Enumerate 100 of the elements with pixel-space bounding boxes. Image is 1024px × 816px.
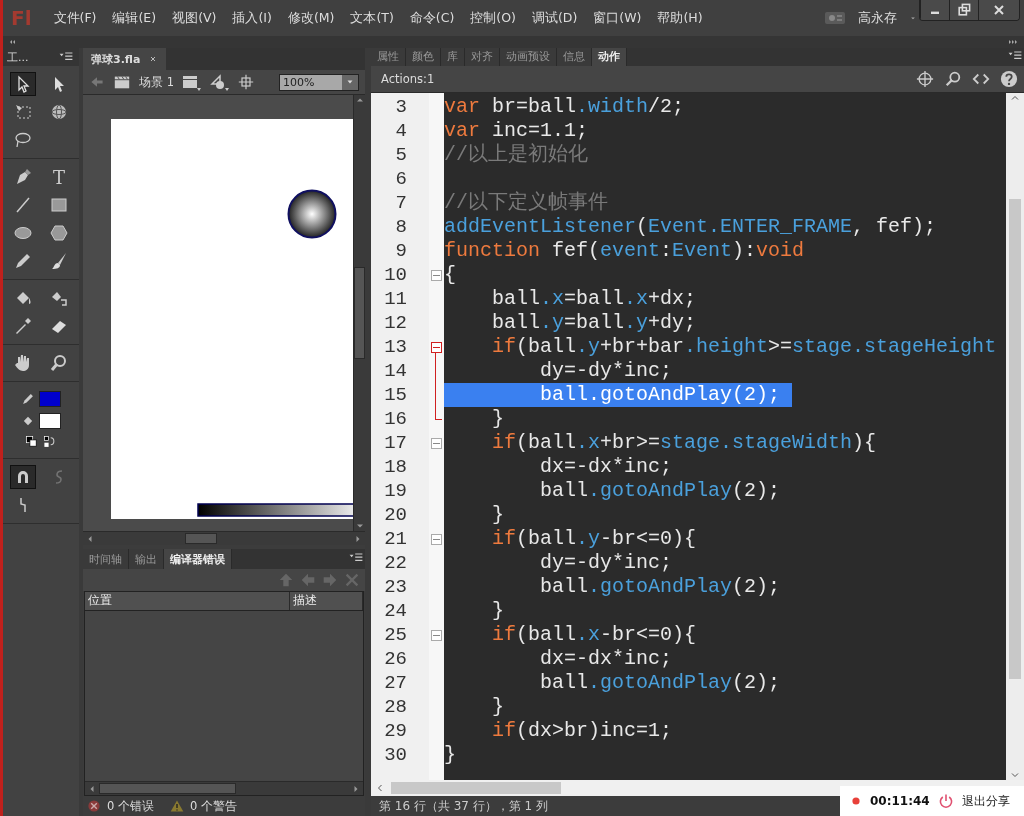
line-number: 11 — [383, 288, 407, 310]
collapse-icon[interactable] — [431, 437, 442, 449]
scrollbar-thumb[interactable] — [391, 782, 561, 794]
line-number: 3 — [394, 96, 407, 118]
line-number: 17 — [383, 432, 407, 454]
collapse-icon[interactable] — [431, 629, 442, 641]
code-line: function fef(event:Event):void — [444, 239, 805, 263]
close-icon[interactable] — [978, 0, 1019, 20]
ball-drawing — [287, 189, 337, 239]
line-number: 16 — [383, 408, 407, 430]
scrollbar-thumb[interactable] — [354, 267, 365, 359]
code-line: dy=-dy*inc; — [539, 359, 673, 383]
menu-item[interactable]: 修改(M) — [279, 9, 343, 27]
line-number: 9 — [394, 240, 407, 262]
line-number: 18 — [383, 456, 407, 478]
target-icon[interactable] — [916, 70, 934, 88]
scrollbar-thumb[interactable] — [1009, 198, 1021, 679]
menu-item[interactable]: 命令(C) — [401, 9, 463, 27]
code-line: ball.gotoAndPlay(2); — [539, 671, 781, 695]
text-tool[interactable]: T — [46, 165, 72, 189]
menu-item[interactable]: 帮助(H) — [649, 9, 711, 27]
panel-tab[interactable]: 动作 — [592, 48, 627, 66]
menu-item[interactable]: 编辑(E) — [104, 9, 165, 27]
crosshair-icon[interactable] — [238, 74, 254, 90]
warning-icon — [170, 799, 184, 813]
collapse-icon[interactable] — [431, 533, 442, 545]
column-header[interactable]: 位置 — [85, 592, 290, 610]
document-tab[interactable]: 弹球3.fla — [83, 48, 167, 70]
line-number: 30 — [383, 744, 407, 766]
line-number: 5 — [394, 144, 407, 166]
code-line: dx=-dx*inc; — [539, 455, 673, 479]
code-line: } — [444, 743, 456, 767]
stop-sharing-button[interactable]: 退出分享 — [961, 792, 1010, 810]
menu-item[interactable]: 调试(D) — [523, 9, 586, 27]
line-number: 22 — [383, 552, 407, 574]
app-logo: Fl — [10, 6, 33, 30]
swap-colors-icon[interactable] — [43, 435, 57, 449]
panel-tab[interactable]: 对齐 — [465, 48, 500, 66]
line-number: 29 — [383, 720, 407, 742]
code-line: } — [491, 503, 504, 527]
line-number: 10 — [383, 264, 407, 286]
expand-icon[interactable] — [1006, 37, 1020, 47]
column-header[interactable]: 描述 — [290, 592, 363, 610]
restore-icon[interactable] — [949, 0, 978, 20]
line-number: 20 — [383, 504, 407, 526]
collapse-icon[interactable] — [431, 269, 442, 281]
paint-bucket-icon[interactable] — [21, 414, 35, 428]
menu-item[interactable]: 窗口(W) — [585, 9, 650, 27]
line-number: 14 — [383, 360, 407, 382]
line-number: 8 — [394, 216, 407, 238]
panel-tab[interactable]: 颜色 — [406, 48, 441, 66]
code-line: dy=-dy*inc; — [539, 551, 673, 575]
line-number: 26 — [383, 648, 407, 670]
line-number: 13 — [383, 336, 407, 358]
zoom-dropdown[interactable]: 100% — [279, 73, 359, 91]
code-line: //以下定义帧事件 — [444, 191, 608, 215]
minimize-icon[interactable] — [920, 0, 949, 20]
code-line: { — [444, 263, 456, 287]
line-number: 19 — [383, 480, 407, 502]
search-icon[interactable] — [944, 70, 962, 88]
code-line: ball.y=ball.y+dy; — [491, 311, 697, 335]
line-number: 7 — [394, 192, 407, 214]
code-line: ball.gotoAndPlay(2); — [539, 479, 781, 503]
code-line: ball.x=ball.x+dx; — [491, 287, 697, 311]
help-icon[interactable] — [1000, 70, 1018, 88]
menu-item[interactable]: 文本(T) — [342, 9, 402, 27]
document-title: 弹球3.fla — [91, 51, 141, 67]
panel-tab[interactable]: 库 — [441, 48, 465, 66]
default-colors-icon[interactable] — [25, 435, 39, 449]
line-number: 23 — [383, 576, 407, 598]
line-number: 24 — [383, 600, 407, 622]
scene-label[interactable]: 场景 1 — [139, 74, 174, 90]
color-swatch[interactable] — [39, 391, 61, 407]
collapse-icon[interactable] — [431, 341, 442, 353]
menu-item[interactable]: 文件(F) — [45, 9, 105, 27]
menu-item[interactable]: 插入(I) — [224, 9, 280, 27]
power-icon[interactable] — [937, 793, 954, 809]
panel-tab[interactable]: 信息 — [557, 48, 592, 66]
panel-tab[interactable]: 属性 — [371, 48, 406, 66]
panel-tab[interactable]: 动画预设 — [500, 48, 557, 66]
line-number: 28 — [383, 696, 407, 718]
code-line: if(ball.y-br<=0){ — [491, 527, 697, 551]
panel-tab[interactable]: 时间轴 — [83, 549, 129, 569]
shapes-icon[interactable] — [210, 72, 230, 92]
panel-tab[interactable]: 编译器错误 — [164, 549, 232, 569]
code-line: if(ball.y+br+bar.height>=stage.stageHeight — [491, 335, 997, 359]
color-swatch[interactable] — [39, 413, 61, 429]
menu-item[interactable]: 控制(O) — [462, 9, 524, 27]
code-line: dx=-dx*inc; — [539, 647, 673, 671]
code-line: addEventListener(Event.ENTER_FRAME, fef); — [444, 215, 937, 239]
scrollbar-thumb[interactable] — [99, 783, 236, 794]
menu-item[interactable]: 视图(V) — [164, 9, 225, 27]
code-line: if(ball.x-br<=0){ — [491, 623, 697, 647]
script-title: Actions:1 — [381, 72, 435, 86]
user-menu[interactable]: 高永存 — [848, 9, 907, 27]
scrollbar-thumb[interactable] — [185, 533, 217, 544]
line-number: 27 — [383, 672, 407, 694]
pencil-icon[interactable] — [21, 392, 35, 406]
panel-tab[interactable]: 输出 — [129, 549, 164, 569]
panel-title: 工... — [7, 49, 29, 65]
